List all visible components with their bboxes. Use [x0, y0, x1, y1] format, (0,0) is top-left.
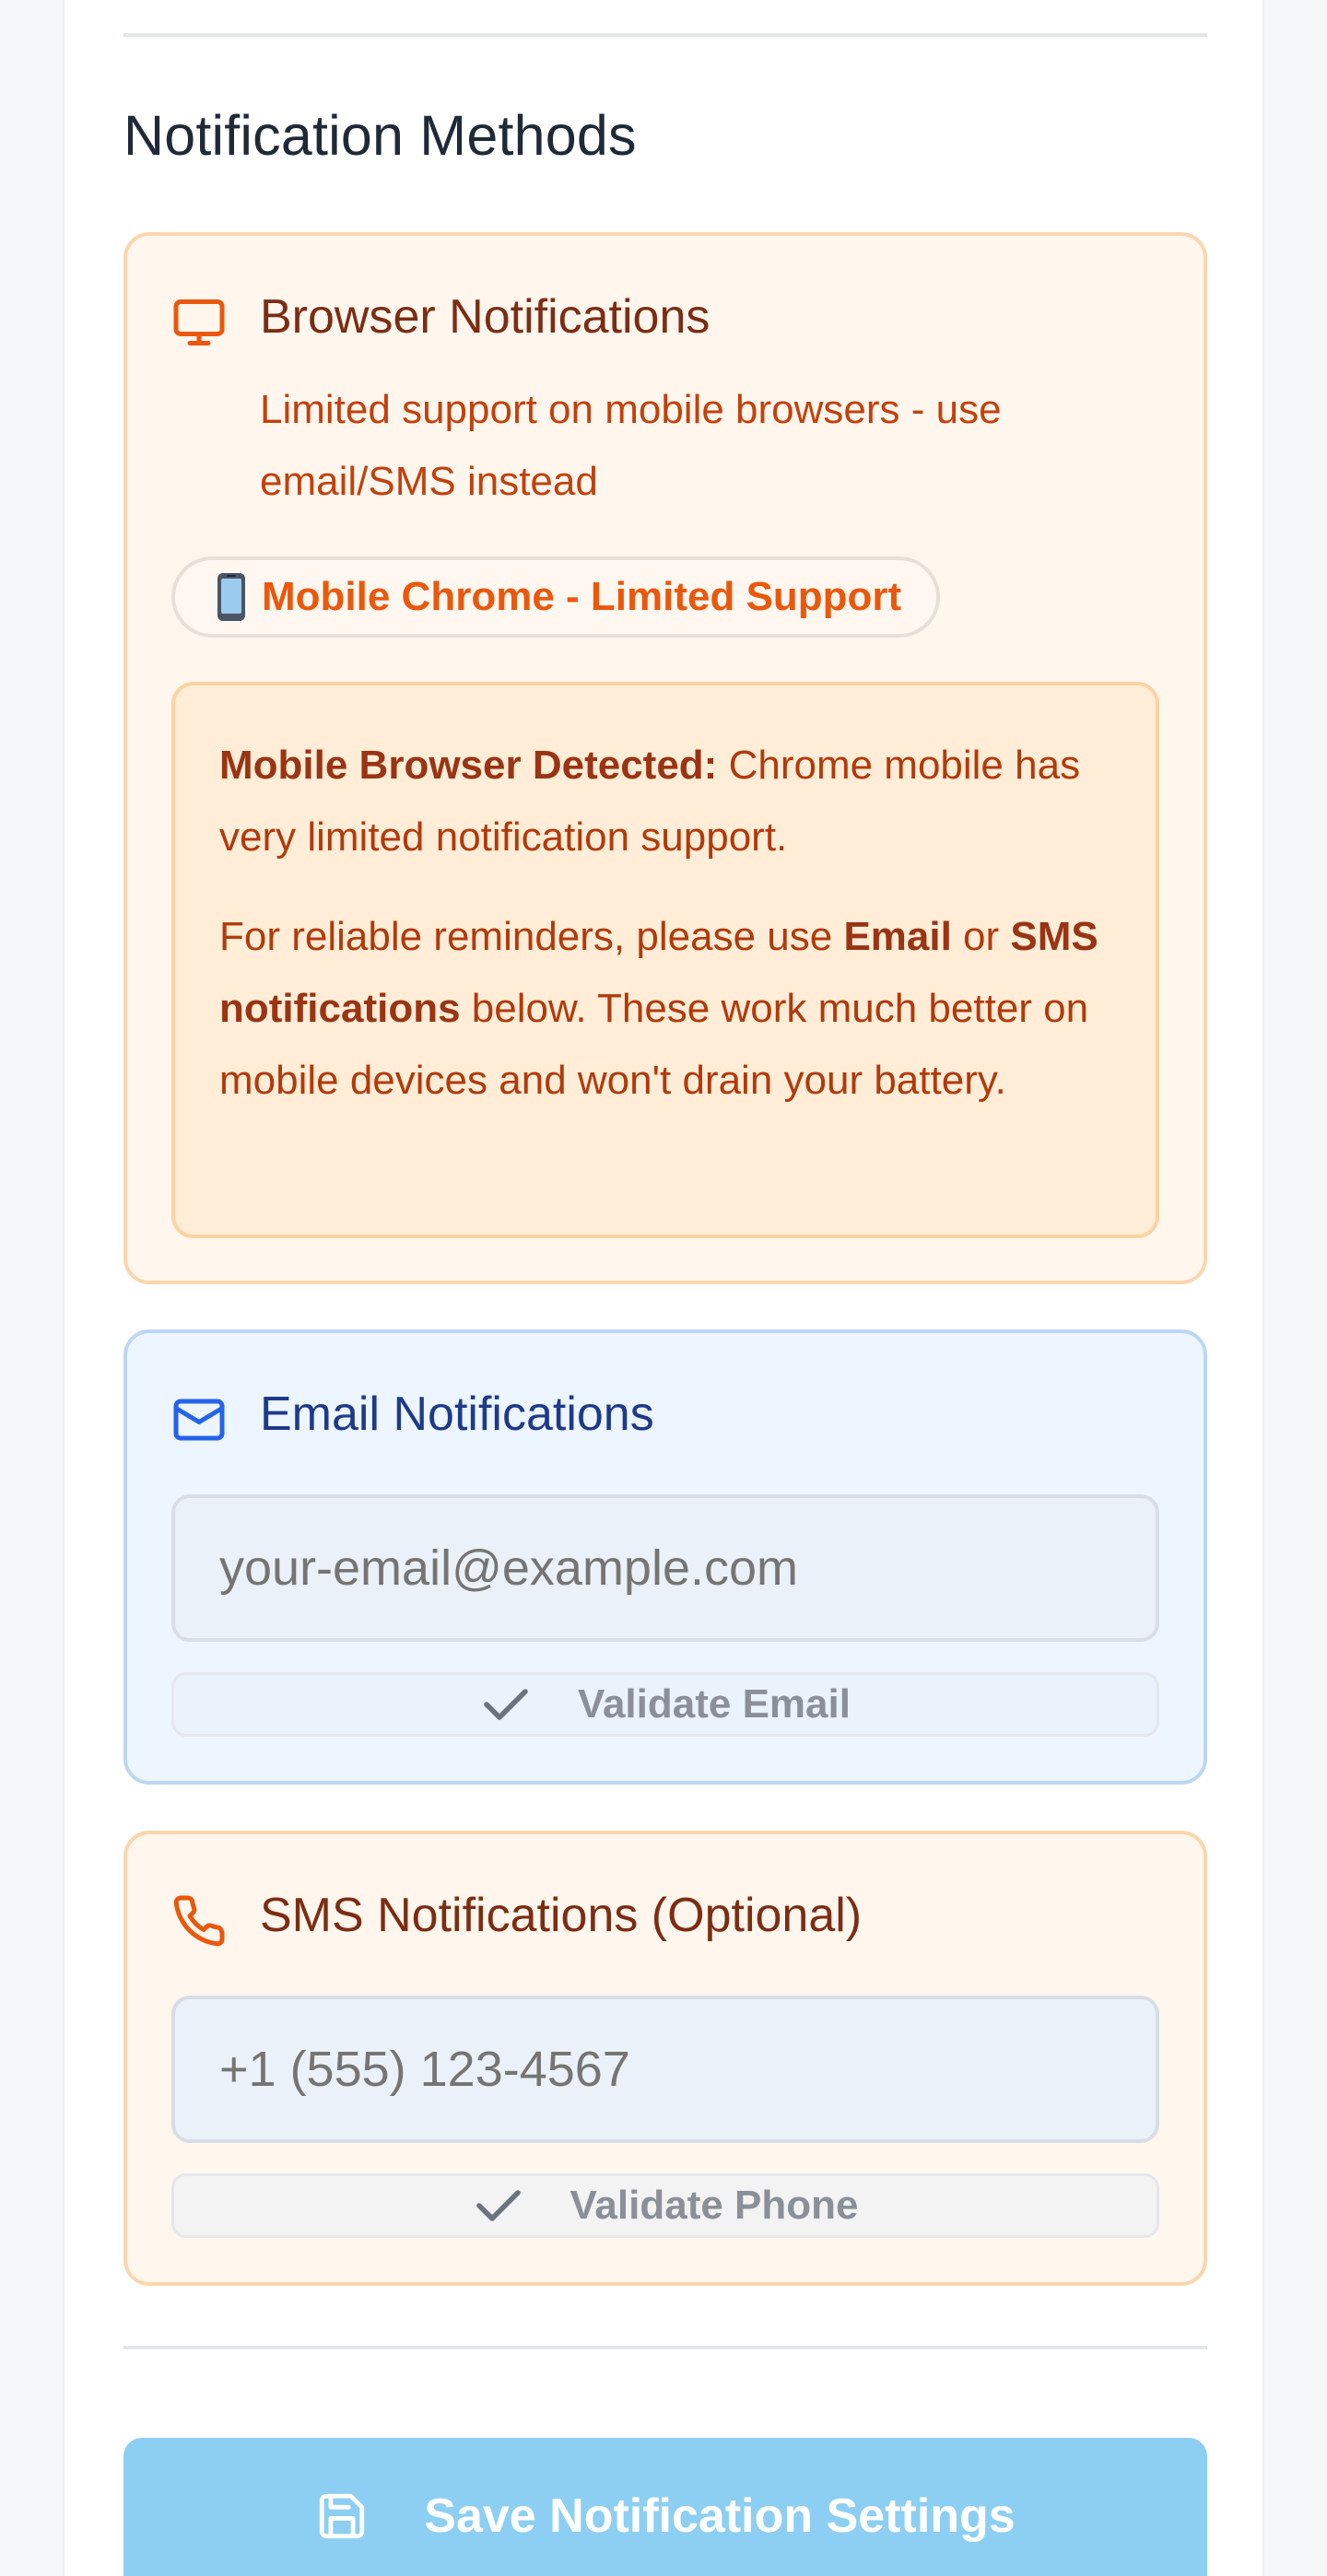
sms-notifications-panel: SMS Notifications (Optional) Validate Ph… [123, 1831, 1207, 2286]
browser-support-badge: Mobile Chrome - Limited Support [171, 556, 941, 638]
browser-notifications-title: Browser Notifications [260, 290, 710, 344]
warning-paragraph-2: For reliable reminders, please use Email… [219, 901, 1111, 1117]
check-icon [484, 1689, 528, 1720]
mail-icon [173, 1399, 225, 1441]
warning-paragraph-1: Mobile Browser Detected: Chrome mobile h… [219, 730, 1111, 873]
warning-text-2b: or [951, 914, 1011, 959]
warning-lead: Mobile Browser Detected: [219, 743, 718, 788]
mobile-browser-warning: Mobile Browser Detected: Chrome mobile h… [171, 682, 1159, 1238]
save-notification-settings-button[interactable]: Save Notification Settings [123, 2438, 1207, 2576]
bottom-divider [123, 2346, 1207, 2349]
mobile-phone-icon [217, 573, 245, 621]
email-notifications-title: Email Notifications [260, 1388, 654, 1441]
validate-phone-label: Validate Phone [570, 2183, 859, 2228]
browser-notifications-description: Limited support on mobile browsers - use… [260, 387, 1002, 504]
settings-card: Notification Methods Browser Notificatio… [63, 0, 1264, 2576]
warning-email-emphasis: Email [843, 914, 952, 959]
save-button-label: Save Notification Settings [424, 2489, 1016, 2543]
validate-email-label: Validate Email [578, 1681, 851, 1727]
browser-notifications-panel: Browser Notifications Limited support on… [123, 232, 1207, 1284]
save-icon [320, 2493, 365, 2539]
phone-field[interactable] [171, 1996, 1159, 2143]
email-notifications-panel: Email Notifications Validate Email [123, 1329, 1207, 1785]
warning-text-2a: For reliable reminders, please use [219, 914, 844, 959]
top-divider [123, 33, 1207, 37]
monitor-icon [173, 299, 225, 345]
check-icon [476, 2190, 521, 2221]
section-title: Notification Methods [123, 104, 637, 167]
phone-icon [173, 1895, 225, 1947]
validate-phone-button[interactable]: Validate Phone [171, 2173, 1159, 2238]
browser-support-badge-label: Mobile Chrome - Limited Support [262, 574, 902, 619]
sms-notifications-title: SMS Notifications (Optional) [260, 1889, 863, 1942]
email-field[interactable] [171, 1494, 1159, 1642]
validate-email-button[interactable]: Validate Email [171, 1672, 1159, 1737]
